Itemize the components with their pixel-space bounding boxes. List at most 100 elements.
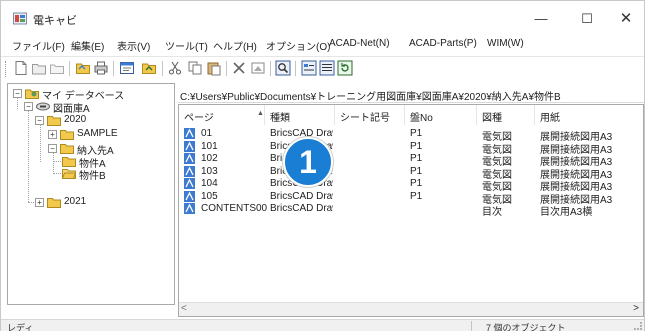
drawing-file-icon — [184, 190, 195, 202]
tree-item-database[interactable]: − 図面庫A — [22, 100, 172, 115]
menu-edit[interactable]: 編集(E) — [71, 38, 104, 53]
tree-label-2020: 2020 — [64, 114, 87, 125]
table-cell: 目次用A3横 — [540, 207, 593, 218]
toolbar-separator — [162, 61, 163, 76]
cut-icon[interactable] — [167, 60, 183, 76]
tree-connector — [40, 122, 41, 162]
collapse-toggle[interactable]: − — [13, 89, 22, 98]
status-divider — [471, 321, 472, 331]
drawing-file-icon — [184, 153, 195, 164]
table-cell: CONTENTS001 — [201, 203, 267, 214]
sort-ascending-icon: ▲ — [257, 110, 264, 117]
column-header-page-label: ページ — [184, 113, 214, 124]
drawer-icon — [36, 102, 50, 111]
menu-file[interactable]: ファイル(F) — [12, 38, 65, 53]
collapse-toggle[interactable]: − — [35, 116, 44, 125]
view-large-icon[interactable] — [301, 60, 317, 76]
step-number: 1 — [299, 144, 317, 180]
open-icon[interactable] — [31, 60, 47, 76]
maximize-button[interactable]: ☐ — [572, 9, 602, 29]
view-list-icon[interactable] — [319, 60, 335, 76]
expand-toggle[interactable]: + — [48, 130, 57, 139]
table-cell: 103 — [201, 165, 218, 177]
toolbar-separator — [295, 61, 296, 76]
drawing-properties-icon[interactable] — [250, 60, 266, 76]
collapse-toggle[interactable]: − — [24, 102, 33, 111]
column-header-type[interactable]: 種類 — [265, 105, 335, 125]
table-cell: P1 — [410, 190, 423, 202]
tree-connector — [53, 173, 61, 174]
collapse-toggle[interactable]: − — [48, 144, 57, 153]
step-number-badge: 1 — [283, 137, 333, 187]
table-cell: 01 — [201, 128, 213, 139]
menu-acad-net[interactable]: ACAD-Net(N) — [329, 38, 390, 49]
drawing-file-icon — [184, 165, 195, 177]
new-file-icon[interactable] — [13, 60, 29, 76]
paste-icon[interactable] — [206, 60, 222, 76]
column-header-paper[interactable]: 用紙 — [535, 105, 643, 125]
tree-item-root[interactable]: − マイ データベース — [11, 87, 171, 102]
toolbar-separator — [226, 61, 227, 76]
copy-icon[interactable] — [187, 60, 203, 76]
open-folder-icon[interactable] — [75, 60, 91, 76]
print-icon[interactable] — [93, 60, 109, 76]
column-header-sheet[interactable]: シート記号 — [335, 105, 405, 125]
menu-view[interactable]: 表示(V) — [117, 38, 150, 53]
table-row[interactable]: 01BricsCAD DrawirP1電気図展開接続図用A3 — [179, 128, 643, 143]
delete-icon[interactable] — [231, 60, 247, 76]
scroll-left-icon[interactable]: < — [181, 303, 187, 314]
column-header-page[interactable]: ページ ▲ — [179, 105, 265, 125]
scroll-right-icon[interactable]: > — [633, 303, 639, 314]
menu-tools[interactable]: ツール(T) — [165, 38, 208, 53]
horizontal-scrollbar[interactable]: < > — [179, 302, 643, 316]
tree-item-item-b[interactable]: 物件B — [62, 167, 162, 182]
drawing-file-icon — [184, 178, 195, 189]
file-list[interactable]: ページ ▲ 種類 シート記号 盤No 図種 用紙 01BricsCAD Draw… — [178, 104, 644, 317]
drawing-file-icon — [184, 203, 195, 214]
save-icon[interactable] — [49, 60, 65, 76]
folder-icon — [62, 157, 76, 167]
refresh-icon[interactable] — [337, 60, 353, 76]
table-row[interactable]: 101BricsCAD DrawirP1電気図展開接続図用A3 — [179, 140, 643, 156]
tree-item-2020[interactable]: − 2020 — [34, 114, 174, 127]
table-row[interactable]: CONTENTS001BricsCAD Drawir 目次 目次用A3横 — [179, 203, 643, 218]
resize-grip-icon[interactable] — [634, 322, 642, 330]
app-window: 電キャビ — ☐ ✕ ファイル(F) 編集(E) 表示(V) ツール(T) ヘル… — [0, 0, 645, 331]
menu-help[interactable]: ヘルプ(H) — [213, 38, 257, 53]
tree-label-2021: 2021 — [64, 196, 87, 207]
title-bar: 電キャビ — ☐ ✕ — [1, 1, 644, 36]
table-cell: BricsCAD Drawir — [270, 190, 333, 202]
menu-wim[interactable]: WIM(W) — [487, 38, 524, 49]
table-row[interactable]: 105BricsCAD DrawirP1電気図展開接続図用A3 — [179, 190, 643, 206]
column-header-panel[interactable]: 盤No — [405, 105, 477, 125]
close-button[interactable]: ✕ — [611, 9, 641, 29]
tree-item-sample[interactable]: + SAMPLE — [46, 128, 166, 141]
table-cell: P1 — [410, 128, 423, 139]
toolbar-separator — [69, 61, 70, 76]
menu-acad-parts[interactable]: ACAD-Parts(P) — [409, 38, 477, 49]
tree-item-client[interactable]: − 納入先A — [46, 142, 166, 157]
tree-item-2021[interactable]: + 2021 — [34, 196, 154, 209]
drawing-file-icon — [184, 128, 195, 139]
properties-icon[interactable] — [119, 60, 135, 76]
table-cell: BricsCAD Drawir — [270, 203, 333, 214]
menu-options[interactable]: オプション(O) — [266, 38, 330, 53]
menu-bar: ファイル(F) 編集(E) 表示(V) ツール(T) ヘルプ(H) オプション(… — [1, 36, 644, 54]
folder-icon — [47, 198, 61, 208]
find-icon[interactable] — [275, 60, 291, 76]
status-object-count: 7 個のオブジェクト — [486, 323, 566, 331]
minimize-button[interactable]: — — [526, 9, 556, 29]
folder-icon — [60, 130, 74, 140]
column-header-drawing-type[interactable]: 図種 — [477, 105, 535, 125]
window-title: 電キャビ — [33, 15, 77, 27]
folder-up-icon[interactable] — [141, 60, 157, 76]
table-cell: P1 — [410, 165, 423, 177]
folder-tree[interactable]: − マイ データベース − 図面庫A − 2020 + SAMPLE − 納入先… — [7, 83, 175, 305]
table-row[interactable]: 102BricsCAD DrawirP1電気図展開接続図用A3 — [179, 153, 643, 168]
table-row[interactable]: 104BricsCAD DrawirP1電気図展開接続図用A3 — [179, 178, 643, 193]
table-cell: P1 — [410, 178, 423, 189]
expand-toggle[interactable]: + — [35, 198, 44, 207]
table-row[interactable]: 103BricsCAD DrawirP1電気図展開接続図用A3 — [179, 165, 643, 181]
toolbar-grip[interactable] — [5, 61, 8, 77]
database-root-icon — [25, 89, 39, 99]
